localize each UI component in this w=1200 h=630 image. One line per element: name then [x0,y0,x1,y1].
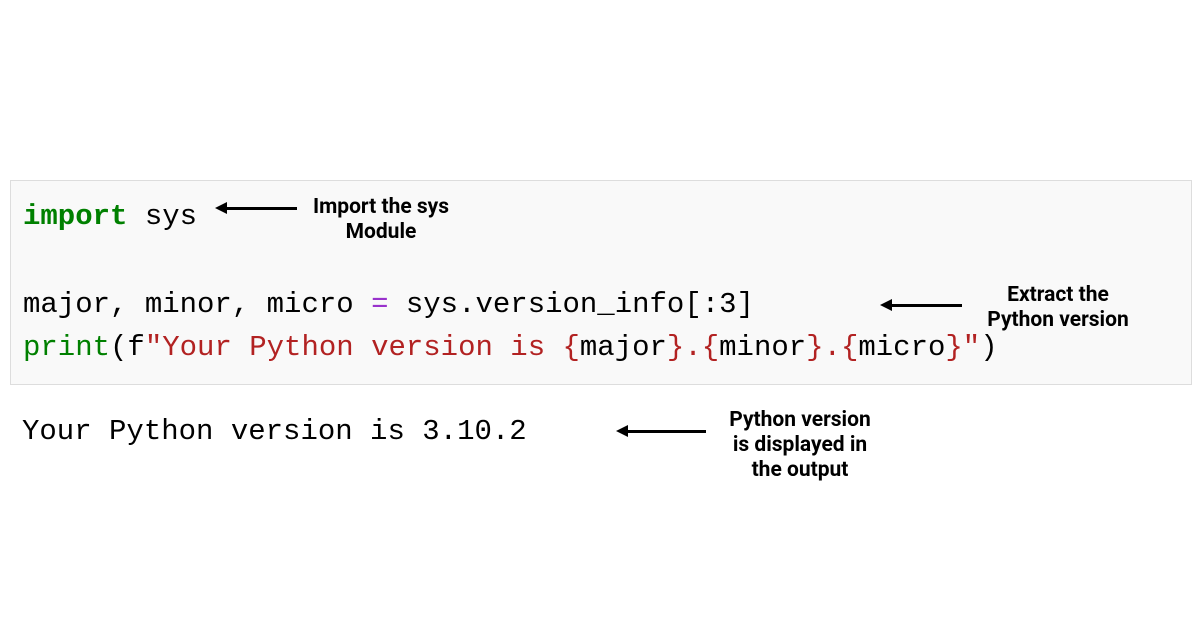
string-quote: " [963,331,980,364]
code-text: 3] [719,288,754,321]
fstring-brace: } [806,331,823,364]
annotation-text: Python version [968,308,1148,333]
annotation-text: the output [710,458,890,483]
fstring-brace: { [563,331,580,364]
operator-colon: : [702,288,719,321]
code-text: ) [980,331,997,364]
annotation-text: is displayed in [710,433,890,458]
fn-print: print [23,331,110,364]
operator-equals: = [371,288,388,321]
code-text: sys [127,200,197,233]
annotation-1: Import the sys Module [296,195,466,245]
annotation-text: Extract the [968,283,1148,308]
fstring-var: micro [858,331,945,364]
annotation-3: Python version is displayed in the outpu… [710,408,890,484]
fstring-brace: { [702,331,719,364]
string-text: . [824,331,841,364]
code-text: major, minor, micro [23,288,371,321]
string-text: . [684,331,701,364]
code-text: sys.version_info[ [388,288,701,321]
output-line: Your Python version is 3.10.2 [22,415,527,448]
annotation-text: Module [296,220,466,245]
fstring-var: major [580,331,667,364]
code-line-1: import sys [23,195,1179,239]
blank-line [23,239,1179,283]
fstring-var: minor [719,331,806,364]
string-quote: " [145,331,162,364]
annotation-text: Python version [710,408,890,433]
annotation-text: Import the sys [296,195,466,220]
keyword-import: import [23,200,127,233]
fstring-brace: } [945,331,962,364]
annotation-2: Extract the Python version [968,283,1148,333]
fstring-brace: } [667,331,684,364]
string-text: Your Python version is [162,331,562,364]
fstring-brace: { [841,331,858,364]
code-text: (f [110,331,145,364]
